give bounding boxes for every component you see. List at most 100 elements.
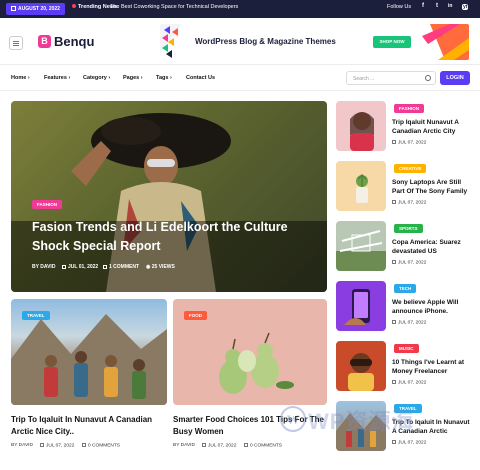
- site-logo[interactable]: Benqu: [54, 34, 94, 49]
- menu-line: [13, 41, 19, 42]
- fashion-thumb: [350, 112, 374, 151]
- card-date: JUL 07, 2022: [202, 443, 236, 448]
- card-date-text: JUL 07, 2022: [208, 443, 237, 449]
- nav-home-label: Home: [11, 75, 27, 81]
- trending-dot-icon: [72, 4, 76, 8]
- trending-headline[interactable]: The Best Coworking Space for Technical D…: [110, 4, 238, 10]
- hero-views-text: 25 VIEWS: [151, 264, 175, 270]
- calendar-icon: [62, 264, 66, 269]
- chevron-right-icon: ›: [140, 75, 143, 81]
- card-comments[interactable]: 0 COMMENTS: [82, 443, 120, 448]
- sidebar-date: JUL 07, 2022: [392, 440, 426, 445]
- calendar-icon: [392, 380, 396, 384]
- hero-views: ◉ 25 VIEWS: [146, 264, 175, 270]
- follow-label: Follow Us: [387, 4, 412, 10]
- category-badge[interactable]: FASHION: [394, 104, 425, 113]
- chevron-right-icon: ›: [27, 75, 30, 81]
- calendar-icon: [392, 320, 396, 324]
- watermark-text: WP资源海: [308, 409, 415, 434]
- category-badge[interactable]: CREATIVE: [394, 164, 427, 173]
- date-text: AUGUST 20, 2022: [18, 6, 60, 12]
- calendar-icon: [40, 443, 44, 447]
- top-bar: AUGUST 20, 2022 Trending News: The Best …: [0, 0, 480, 18]
- sidebar-thumb[interactable]: [336, 161, 386, 211]
- calendar-icon: [392, 140, 396, 144]
- hero-date: JUL 01, 2022: [62, 264, 98, 270]
- chevron-right-icon: ›: [169, 75, 172, 81]
- tech-thumb: [344, 289, 370, 325]
- hero-title[interactable]: Fasion Trends and Li Edelkoort the Cultu…: [32, 218, 302, 256]
- calendar-icon: [392, 200, 396, 204]
- comment-icon: [82, 443, 86, 447]
- search-input[interactable]: Search ...: [346, 71, 436, 85]
- nav-features[interactable]: Features ›: [44, 75, 70, 81]
- logo-icon[interactable]: B: [38, 35, 51, 48]
- sidebar-date-text: JUL 07, 2022: [398, 260, 427, 266]
- menu-toggle-button[interactable]: [9, 36, 23, 50]
- sidebar-thumb[interactable]: [336, 281, 386, 331]
- shop-now-button[interactable]: SHOP NOW: [373, 36, 411, 48]
- sports-thumb: [336, 230, 386, 271]
- calendar-icon: [392, 260, 396, 264]
- card-author[interactable]: BY DAVID: [11, 443, 33, 448]
- divider: [0, 64, 480, 65]
- category-badge[interactable]: TRAVEL: [22, 311, 50, 320]
- sidebar-thumb[interactable]: [336, 341, 386, 391]
- login-button[interactable]: LOGIN: [440, 71, 470, 85]
- chevron-right-icon: ›: [108, 75, 111, 81]
- search-placeholder: Search ...: [353, 76, 375, 82]
- search-icon[interactable]: [425, 75, 431, 81]
- chevron-right-icon: ›: [68, 75, 71, 81]
- hero-comments[interactable]: 1 COMMENT: [103, 264, 139, 270]
- category-badge[interactable]: SPORTS: [394, 224, 423, 233]
- sidebar-thumb[interactable]: [336, 221, 386, 271]
- sidebar-date: JUL 07, 2022: [392, 200, 426, 205]
- category-badge[interactable]: MUSIC: [394, 344, 419, 353]
- card-title[interactable]: Trip To Iqaluit In Nunavut A Canadian Ar…: [11, 414, 171, 438]
- card-date-text: JUL 07, 2022: [46, 443, 75, 449]
- hero-comments-text: 1 COMMENT: [109, 264, 139, 270]
- sidebar-date-text: JUL 07, 2022: [398, 320, 427, 326]
- facebook-icon[interactable]: f: [422, 3, 424, 9]
- sidebar-thumb[interactable]: [336, 101, 386, 151]
- category-badge[interactable]: TECH: [394, 284, 417, 293]
- sidebar-title[interactable]: We believe Apple Will announce iPhone.: [392, 298, 474, 316]
- nav-contact[interactable]: Contact Us: [186, 75, 215, 81]
- youtube-icon[interactable]: yt: [462, 4, 469, 10]
- wordpress-watermark-icon: W: [280, 406, 306, 432]
- linkedin-icon[interactable]: in: [448, 3, 452, 9]
- sidebar-date-text: JUL 07, 2022: [398, 380, 427, 386]
- menu-line: [13, 45, 19, 46]
- sidebar-date: JUL 07, 2022: [392, 260, 426, 265]
- calendar-icon: [392, 440, 396, 444]
- calendar-icon: [202, 443, 206, 447]
- nav-pages[interactable]: Pages ›: [123, 75, 143, 81]
- category-badge[interactable]: FOOD: [184, 311, 207, 320]
- hero-date-text: JUL 01, 2022: [68, 264, 99, 270]
- ad-banner[interactable]: WordPress Blog & Magazine Themes SHOP NO…: [160, 24, 469, 60]
- comment-icon: [244, 443, 248, 447]
- nav-category[interactable]: Category ›: [83, 75, 110, 81]
- nav-category-label: Category: [83, 75, 107, 81]
- card-date: JUL 07, 2022: [40, 443, 74, 448]
- sidebar-title[interactable]: Copa America: Suarez devastated US: [392, 238, 474, 256]
- twitter-icon[interactable]: t: [436, 3, 438, 9]
- sidebar-date: JUL 07, 2022: [392, 380, 426, 385]
- sidebar-date-text: JUL 07, 2022: [398, 200, 427, 206]
- eye-icon: ◉: [146, 264, 151, 270]
- calendar-icon: [11, 6, 16, 12]
- card-comments-text: 0 COMMENTS: [88, 443, 120, 449]
- nav-tags-label: Tags: [156, 75, 169, 81]
- hero-author[interactable]: BY DAVID: [32, 264, 55, 270]
- sidebar-title[interactable]: Trip Iqaluit Nunavut A Canadian Arctic C…: [392, 118, 474, 136]
- banner-headline: WordPress Blog & Magazine Themes: [195, 37, 336, 46]
- category-badge[interactable]: FASHION: [32, 200, 63, 209]
- sidebar-date: JUL 07, 2022: [392, 140, 426, 145]
- card-comments[interactable]: 0 COMMENTS: [244, 443, 282, 448]
- nav-tags[interactable]: Tags ›: [156, 75, 172, 81]
- sidebar-title[interactable]: 10 Things I've Learnt at Money Freelance…: [392, 358, 474, 376]
- nav-home[interactable]: Home ›: [11, 75, 30, 81]
- sidebar-title[interactable]: Sony Laptops Are Still Part Of The Sony …: [392, 178, 474, 196]
- date-badge: AUGUST 20, 2022: [6, 3, 65, 15]
- card-author[interactable]: BY DAVID: [173, 443, 195, 448]
